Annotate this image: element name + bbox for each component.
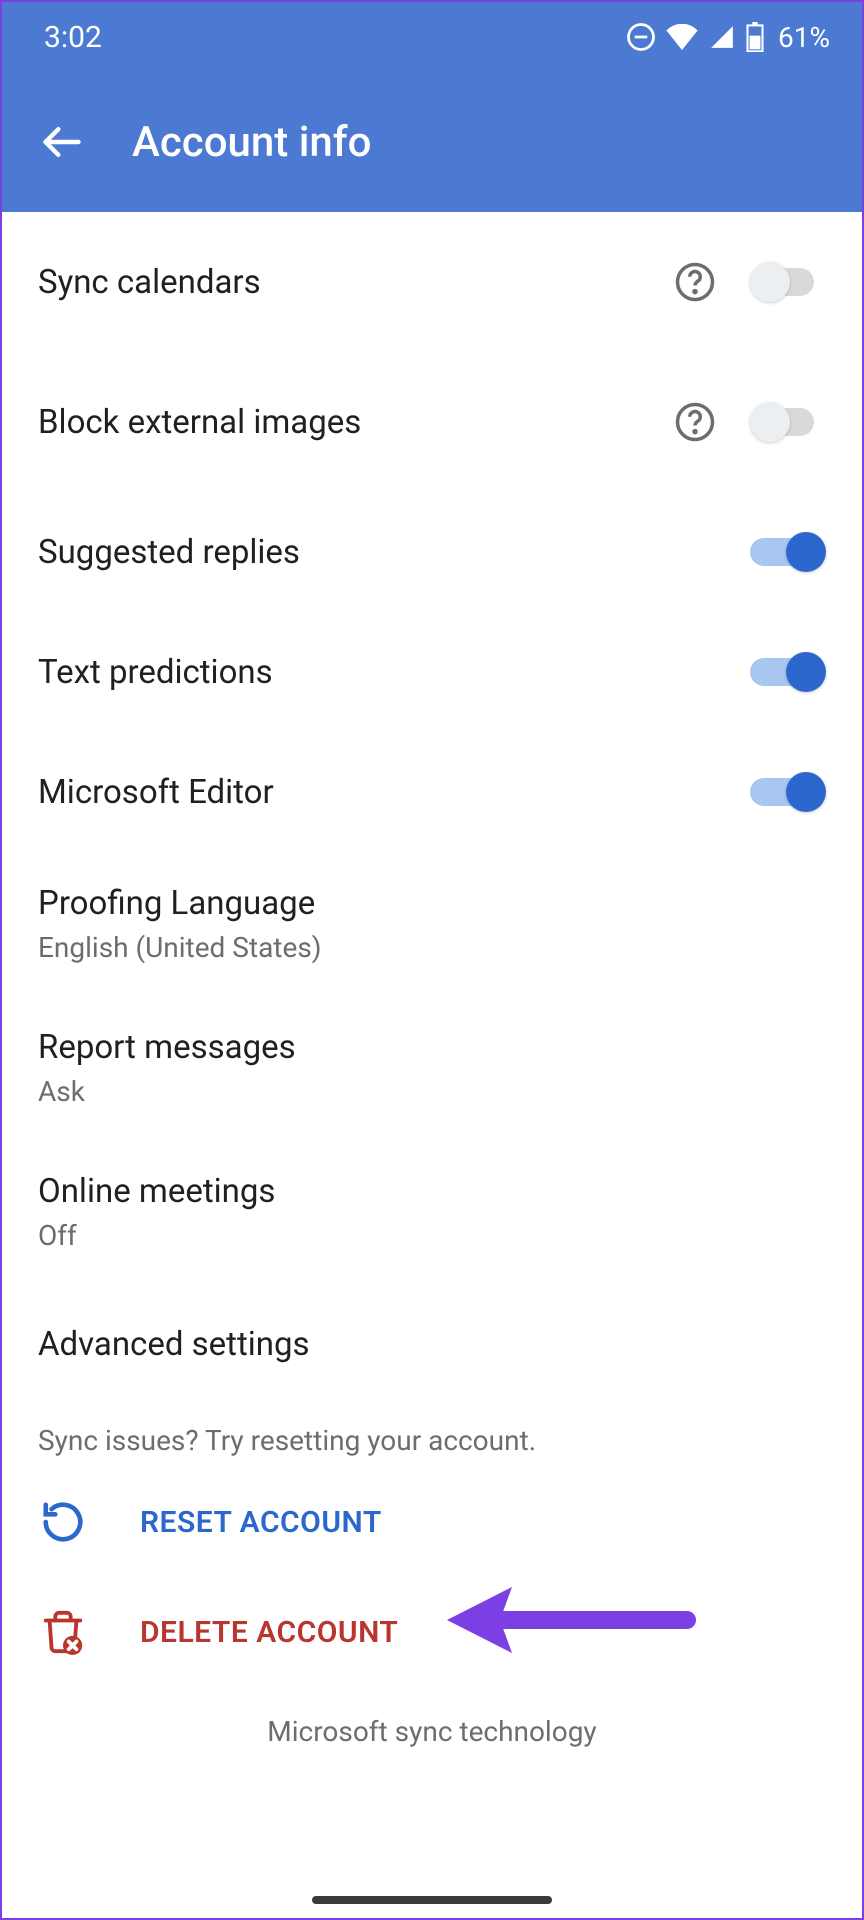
dnd-icon [626, 22, 656, 52]
delete-account-label: DELETE ACCOUNT [140, 1615, 398, 1650]
status-icons: 61% [626, 21, 830, 54]
home-indicator [312, 1896, 552, 1904]
back-button[interactable] [32, 112, 92, 172]
reset-account-label: RESET ACCOUNT [140, 1505, 382, 1540]
app-bar: Account info [2, 72, 862, 212]
label-block-external-images: Block external images [38, 403, 670, 442]
label-proofing-language: Proofing Language [38, 884, 826, 923]
signal-icon [708, 24, 736, 50]
label-text-predictions: Text predictions [38, 653, 750, 692]
toggle-suggested-replies[interactable] [750, 532, 826, 572]
trash-icon [38, 1607, 88, 1657]
reset-account-button[interactable]: RESET ACCOUNT [2, 1467, 862, 1577]
battery-percent: 61% [778, 21, 830, 54]
value-proofing-language: English (United States) [38, 931, 826, 964]
label-microsoft-editor: Microsoft Editor [38, 773, 750, 812]
label-online-meetings: Online meetings [38, 1172, 826, 1211]
row-proofing-language[interactable]: Proofing Language English (United States… [2, 852, 862, 996]
row-advanced-settings[interactable]: Advanced settings [2, 1284, 862, 1404]
label-report-messages: Report messages [38, 1028, 826, 1067]
label-suggested-replies: Suggested replies [38, 533, 750, 572]
label-advanced-settings: Advanced settings [38, 1325, 826, 1364]
help-icon[interactable] [670, 397, 720, 447]
toggle-microsoft-editor[interactable] [750, 772, 826, 812]
page-title: Account info [132, 118, 371, 167]
status-bar: 3:02 61% [2, 2, 862, 72]
row-online-meetings[interactable]: Online meetings Off [2, 1140, 862, 1284]
battery-icon [746, 22, 764, 52]
label-sync-calendars: Sync calendars [38, 263, 670, 302]
value-report-messages: Ask [38, 1075, 826, 1108]
toggle-block-external-images[interactable] [750, 402, 826, 442]
settings-list: Sync calendars Block external images Sug… [2, 212, 862, 1798]
sync-hint: Sync issues? Try resetting your account. [2, 1404, 862, 1467]
help-icon[interactable] [670, 257, 720, 307]
wifi-icon [666, 24, 698, 50]
row-microsoft-editor[interactable]: Microsoft Editor [2, 732, 862, 852]
row-report-messages[interactable]: Report messages Ask [2, 996, 862, 1140]
row-block-external-images[interactable]: Block external images [2, 352, 862, 492]
row-text-predictions[interactable]: Text predictions [2, 612, 862, 732]
row-suggested-replies[interactable]: Suggested replies [2, 492, 862, 612]
toggle-sync-calendars[interactable] [750, 262, 826, 302]
status-time: 3:02 [44, 20, 102, 55]
toggle-text-predictions[interactable] [750, 652, 826, 692]
delete-account-button[interactable]: DELETE ACCOUNT [2, 1577, 862, 1687]
value-online-meetings: Off [38, 1219, 826, 1252]
footer-text: Microsoft sync technology [2, 1687, 862, 1798]
reset-icon [38, 1497, 88, 1547]
row-sync-calendars[interactable]: Sync calendars [2, 212, 862, 352]
